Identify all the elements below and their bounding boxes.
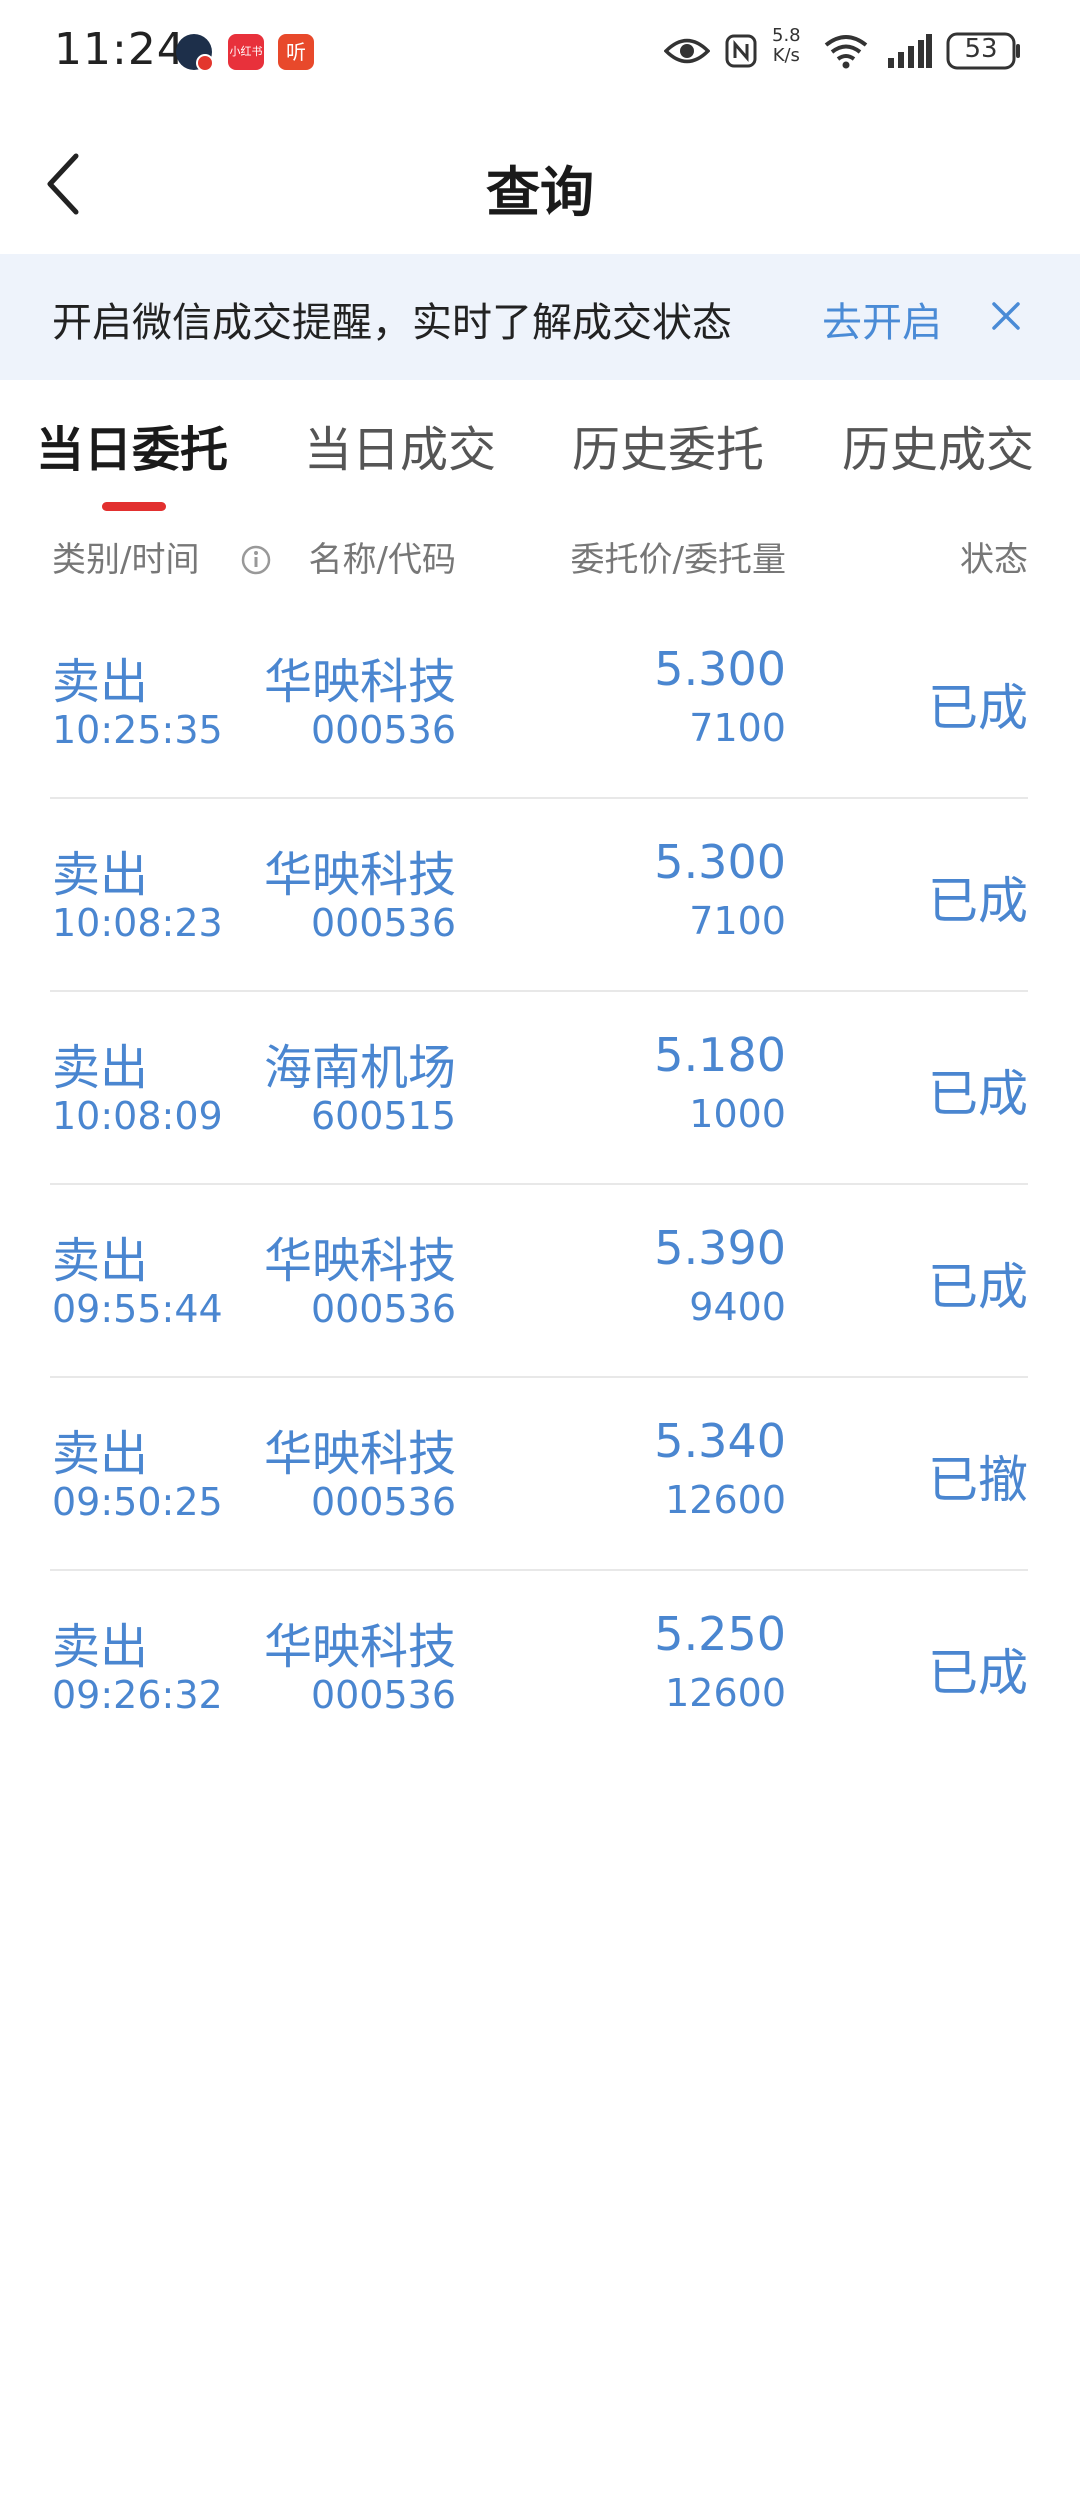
status-time: 11:24 xyxy=(54,24,186,75)
order-status: 已撤 xyxy=(928,1451,1028,1509)
stock-name: 华映科技 xyxy=(263,1619,456,1675)
order-price: 5.390 xyxy=(654,1221,786,1275)
stock-name: 华映科技 xyxy=(263,1426,456,1482)
battery-level: 53 xyxy=(964,34,998,64)
stock-name: 华映科技 xyxy=(263,1233,456,1289)
order-price: 5.300 xyxy=(654,835,786,889)
order-time: 09:50:25 xyxy=(52,1480,223,1524)
stock-code: 000536 xyxy=(310,1673,456,1717)
stock-name: 华映科技 xyxy=(263,847,456,903)
tab-today-orders[interactable]: 当日委托 xyxy=(36,410,228,480)
page-title: 查询 xyxy=(486,161,594,224)
network-speed-value: 5.8 xyxy=(772,25,801,46)
order-type: 卖出 xyxy=(52,654,149,710)
stock-code: 000536 xyxy=(310,1480,456,1524)
order-status: 已成 xyxy=(928,1644,1028,1702)
enable-link[interactable]: 去开启 xyxy=(822,290,942,348)
tab-today-deals[interactable]: 当日成交 xyxy=(304,410,496,480)
wechat-notify-banner: 开启微信成交提醒，实时了解成交状态 去开启 xyxy=(0,254,1080,380)
eye-icon xyxy=(664,26,710,76)
info-icon[interactable] xyxy=(240,544,272,576)
order-time: 09:55:44 xyxy=(52,1287,223,1331)
order-time: 10:25:35 xyxy=(52,708,223,752)
stock-code: 000536 xyxy=(310,1287,456,1331)
stock-code: 000536 xyxy=(310,708,456,752)
header-status: 状态 xyxy=(960,540,1028,580)
status-bar: 11:24 小红书 听 5.8 K/s 53 xyxy=(0,0,1080,104)
order-type: 卖出 xyxy=(52,1233,149,1289)
header-price-qty: 委托价/委托量 xyxy=(570,540,786,580)
header-name-code: 名称/代码 xyxy=(308,540,456,580)
tab-bar: 当日委托 当日成交 历史委托 历史成交 xyxy=(0,380,1080,520)
order-qty: 7100 xyxy=(689,706,786,750)
nav-bar: 查询 xyxy=(0,104,1080,254)
order-status: 已成 xyxy=(928,1258,1028,1316)
tab-history-deals[interactable]: 历史成交 xyxy=(842,410,1034,480)
stock-name: 海南机场 xyxy=(263,1040,456,1096)
banner-text: 开启微信成交提醒，实时了解成交状态 xyxy=(52,300,732,346)
order-row[interactable]: 卖出 09:50:25 华映科技 000536 5.340 12600 已撤 xyxy=(0,1378,1080,1571)
order-time: 10:08:23 xyxy=(52,901,223,945)
listen-app-icon: 听 xyxy=(278,34,314,70)
order-type: 卖出 xyxy=(52,847,149,903)
xiaohongshu-icon: 小红书 xyxy=(228,34,264,70)
order-price: 5.180 xyxy=(654,1028,786,1082)
order-type: 卖出 xyxy=(52,1040,149,1096)
order-price: 5.300 xyxy=(654,642,786,696)
stock-code: 000536 xyxy=(310,901,456,945)
tab-indicator xyxy=(102,502,166,511)
order-type: 卖出 xyxy=(52,1426,149,1482)
header-type-time: 类别/时间 xyxy=(52,540,200,580)
wifi-icon xyxy=(822,26,870,76)
order-row[interactable]: 卖出 10:25:35 华映科技 000536 5.300 7100 已成 xyxy=(0,606,1080,799)
order-qty: 12600 xyxy=(665,1671,786,1715)
order-time: 09:26:32 xyxy=(52,1673,223,1717)
network-speed: 5.8 K/s xyxy=(772,26,801,76)
order-time: 10:08:09 xyxy=(52,1094,223,1138)
order-row[interactable]: 卖出 09:55:44 华映科技 000536 5.390 9400 已成 xyxy=(0,1185,1080,1378)
order-qty: 1000 xyxy=(689,1092,786,1136)
order-qty: 9400 xyxy=(689,1285,786,1329)
order-row[interactable]: 卖出 10:08:09 海南机场 600515 5.180 1000 已成 xyxy=(0,992,1080,1185)
order-row[interactable]: 卖出 09:26:32 华映科技 000536 5.250 12600 已成 xyxy=(0,1571,1080,1764)
signal-icon xyxy=(886,26,932,76)
order-status: 已成 xyxy=(928,872,1028,930)
order-type: 卖出 xyxy=(52,1619,149,1675)
order-qty: 7100 xyxy=(689,899,786,943)
close-icon[interactable] xyxy=(986,296,1026,336)
order-qty: 12600 xyxy=(665,1478,786,1522)
nfc-icon xyxy=(724,26,758,76)
stock-name: 华映科技 xyxy=(263,654,456,710)
order-price: 5.250 xyxy=(654,1607,786,1661)
order-status: 已成 xyxy=(928,679,1028,737)
network-speed-unit: K/s xyxy=(772,45,800,66)
avatar-icon xyxy=(176,34,214,72)
order-status: 已成 xyxy=(928,1065,1028,1123)
stock-code: 600515 xyxy=(310,1094,456,1138)
order-price: 5.340 xyxy=(654,1414,786,1468)
battery-icon: 53 xyxy=(946,26,1022,76)
tab-history-orders[interactable]: 历史委托 xyxy=(572,410,764,480)
list-header: 类别/时间 名称/代码 委托价/委托量 状态 xyxy=(0,520,1080,592)
order-list: 卖出 10:25:35 华映科技 000536 5.300 7100 已成 卖出… xyxy=(0,606,1080,1764)
order-row[interactable]: 卖出 10:08:23 华映科技 000536 5.300 7100 已成 xyxy=(0,799,1080,992)
